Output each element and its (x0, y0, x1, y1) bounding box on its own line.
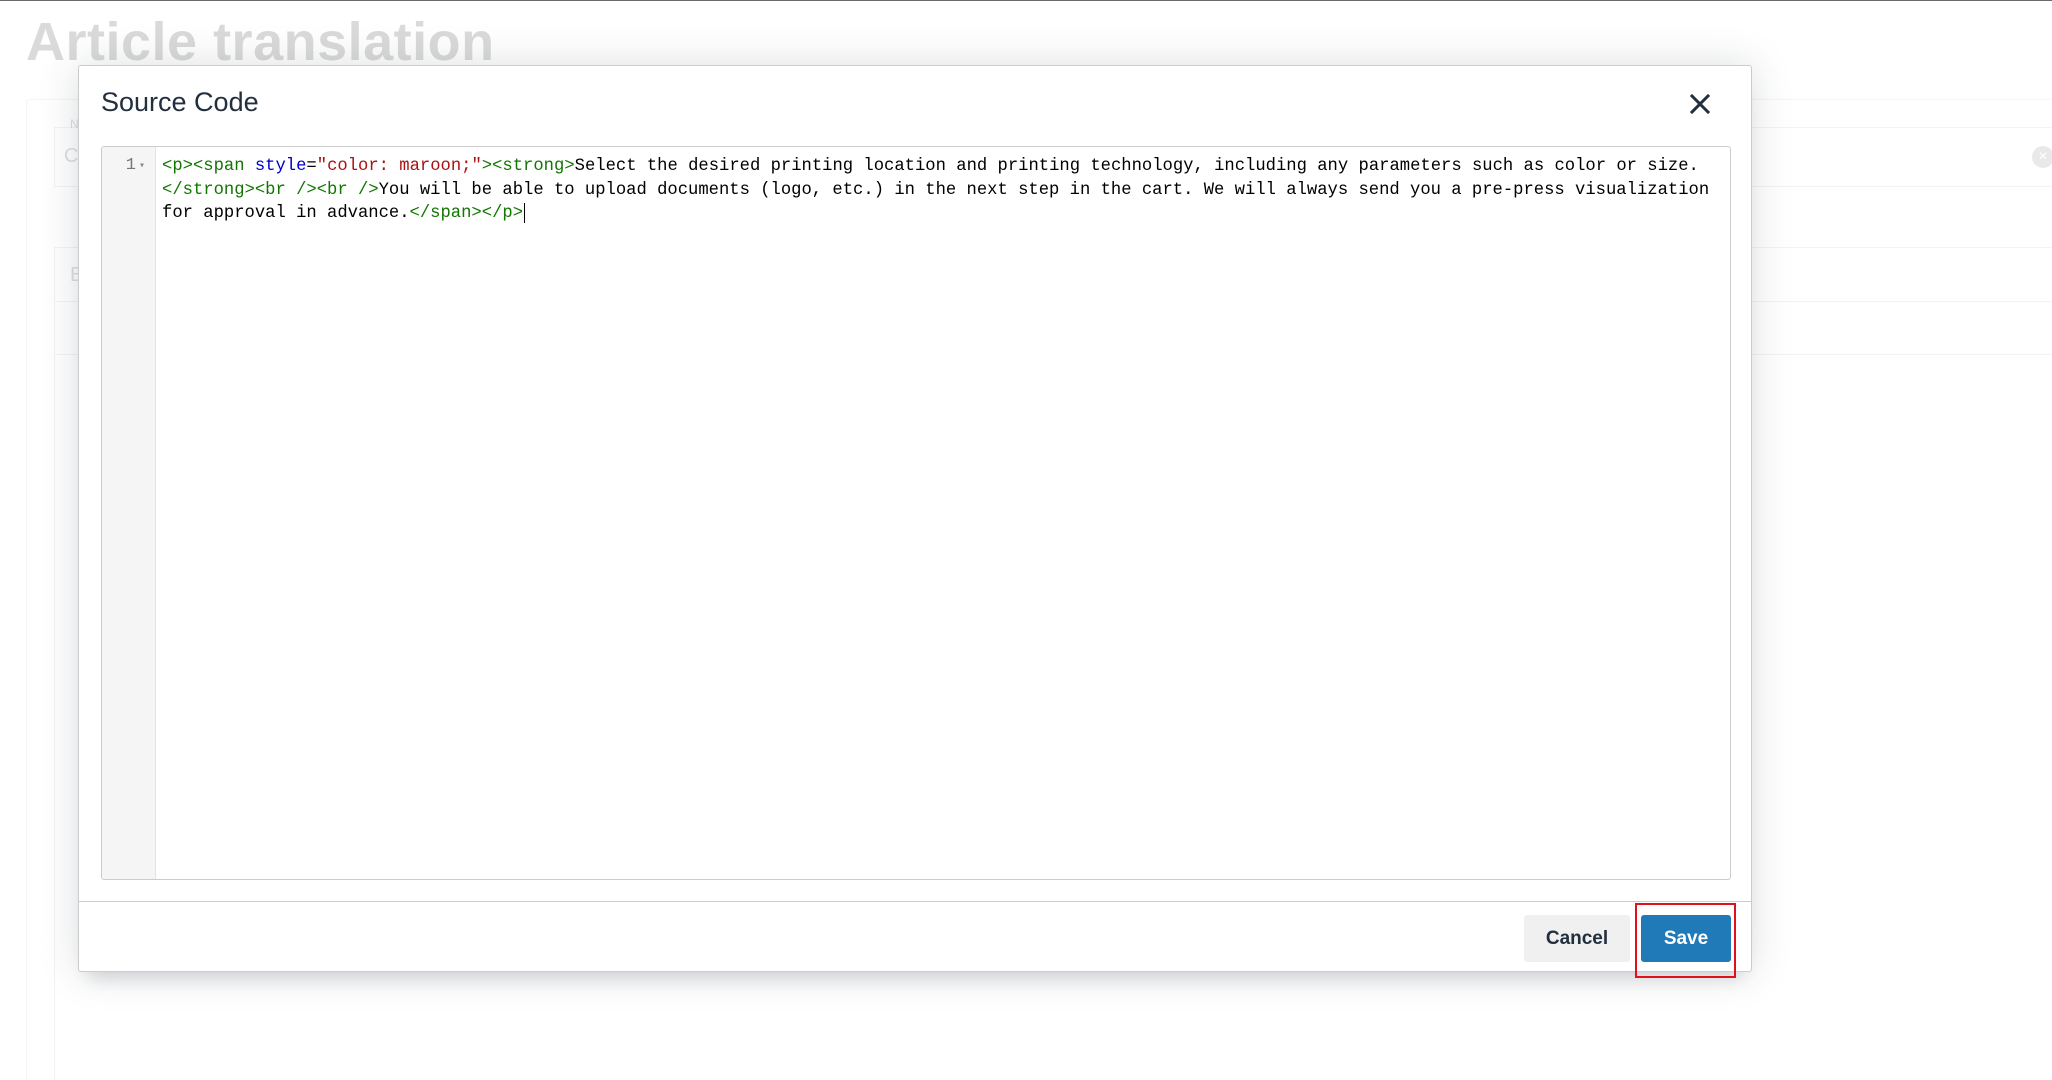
code-token-text: = (306, 157, 317, 176)
code-token-tag: </span> (409, 204, 482, 223)
divider (54, 355, 55, 1080)
code-token-tag: <strong> (492, 157, 575, 176)
dialog-footer: Cancel Save (79, 901, 1751, 971)
code-token-tag: <br /> (316, 180, 379, 200)
close-button[interactable] (1683, 88, 1717, 122)
code-token-text: Select the desired printing location and… (574, 157, 1699, 176)
code-token-tag: <br /> (254, 180, 317, 200)
line-number-label: 1 (125, 156, 136, 175)
save-button[interactable]: Save (1641, 915, 1731, 962)
code-token-str: "color: maroon;" (316, 157, 482, 176)
code-token-attr: style (254, 157, 307, 176)
divider (54, 127, 55, 187)
code-token-tag: > (481, 157, 493, 176)
chevron-down-icon[interactable]: ▾ (139, 160, 145, 172)
source-code-dialog: Source Code 1 ▾ <p><span style="color: m… (78, 65, 1752, 972)
code-content[interactable]: <p><span style="color: maroon;"><strong>… (162, 155, 1718, 226)
page-title: Article translation (26, 12, 495, 72)
cancel-button[interactable]: Cancel (1524, 915, 1630, 962)
clear-icon: × (2032, 146, 2052, 168)
text-cursor (524, 203, 526, 223)
code-token-tag: </p> (481, 204, 524, 223)
code-token-text: You will be able to upload documents (lo… (162, 180, 1720, 224)
code-editor[interactable]: 1 ▾ <p><span style="color: maroon;"><str… (101, 146, 1731, 880)
line-number: 1 ▾ (126, 156, 145, 175)
code-token-tag: <p> (162, 157, 193, 176)
close-icon (1689, 93, 1711, 114)
dialog-title: Source Code (101, 87, 259, 117)
code-token-tag: </strong> (162, 180, 255, 200)
divider (54, 247, 55, 355)
code-token-tag: <span (192, 157, 255, 176)
background-fragment: C (64, 145, 79, 167)
line-gutter: 1 ▾ (102, 147, 156, 879)
dialog-header: Source Code (79, 66, 1751, 146)
